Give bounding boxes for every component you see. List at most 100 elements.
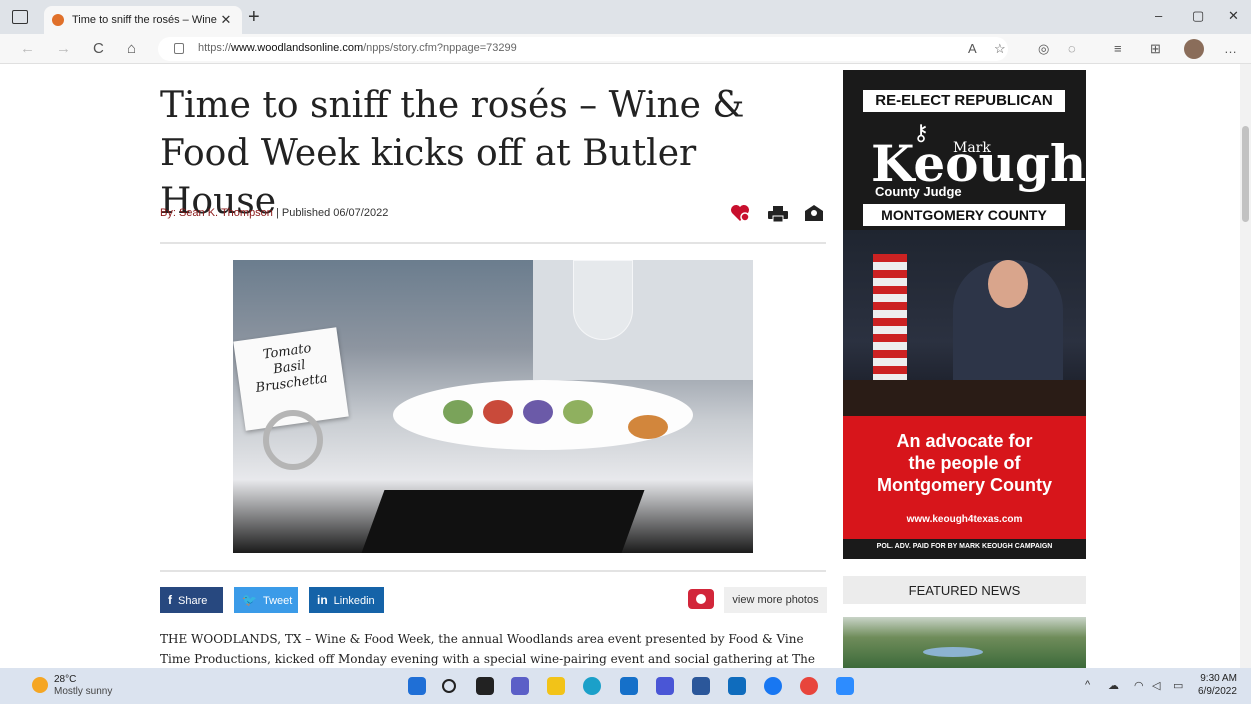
zoom-icon[interactable]: [836, 677, 854, 695]
weather-sun-icon[interactable]: [32, 677, 48, 693]
file-explorer-icon[interactable]: [547, 677, 565, 695]
ad-first-name: Mark: [953, 140, 991, 156]
ad-headline: RE-ELECT REPUBLICAN: [863, 90, 1065, 112]
browser-tab[interactable]: Time to sniff the rosés – Wine & ✕: [44, 6, 242, 34]
weather-condition[interactable]: Mostly sunny: [54, 686, 112, 697]
chrome-icon[interactable]: [800, 677, 818, 695]
show-hidden-icons[interactable]: ^: [1085, 679, 1090, 691]
article-photo[interactable]: Tomato Basil Bruschetta: [233, 260, 753, 553]
back-button[interactable]: ←: [20, 40, 35, 57]
page-scrollbar[interactable]: [1240, 64, 1251, 668]
browser-titlebar: Time to sniff the rosés – Wine & ✕ + – ▢…: [0, 0, 1251, 34]
chat-icon[interactable]: [511, 677, 529, 695]
divider: [160, 242, 826, 244]
ad-office: County Judge: [875, 184, 962, 199]
search-icon[interactable]: [442, 679, 456, 693]
article-headline: Time to sniff the rosés – Wine & Food We…: [160, 85, 745, 222]
publish-date: | Published 06/07/2022: [272, 207, 389, 219]
facebook-share-button[interactable]: f Share: [160, 587, 223, 613]
extensions-icon[interactable]: ◌: [1068, 41, 1076, 56]
photo-food: [563, 400, 593, 424]
profile-avatar[interactable]: [1184, 39, 1204, 59]
ad-slogan: An advocate for the people of Montgomery…: [877, 431, 1052, 495]
divider: [160, 570, 826, 572]
photo-food: [483, 400, 513, 424]
facebook-app-icon[interactable]: [764, 677, 782, 695]
featured-news-image[interactable]: [843, 617, 1086, 668]
home-button[interactable]: ⌂: [127, 40, 136, 57]
more-menu-icon[interactable]: …: [1224, 41, 1237, 56]
scrollbar-thumb[interactable]: [1242, 126, 1249, 222]
cloud-icon[interactable]: ☁: [1108, 679, 1119, 692]
ad-website: www.keough4texas.com: [906, 514, 1023, 525]
ad-slogan-panel: An advocate for the people of Montgomery…: [843, 416, 1086, 539]
start-icon[interactable]: [408, 677, 426, 695]
twitter-share-label: Tweet: [262, 595, 293, 607]
url-prefix: https://: [198, 42, 232, 54]
photo-wine-glass: [573, 260, 633, 340]
site-info-icon[interactable]: [174, 43, 184, 54]
maximize-button[interactable]: ▢: [1192, 8, 1204, 24]
collections-icon[interactable]: ⊞: [1150, 41, 1161, 57]
web-page: Time to sniff the rosés – Wine & Food We…: [0, 64, 1251, 668]
edge-icon[interactable]: [583, 677, 601, 695]
weather-temperature[interactable]: 28°C: [54, 674, 76, 685]
outlook-icon[interactable]: [728, 677, 746, 695]
word-icon[interactable]: [692, 677, 710, 695]
clock-time: 9:30 AM: [1200, 673, 1237, 684]
taskbar-clock[interactable]: 9:30 AM 6/9/2022: [1198, 672, 1237, 698]
photo-food: [628, 415, 668, 439]
facebook-share-label: Share: [178, 595, 208, 607]
featured-image-lake: [923, 647, 983, 657]
url-domain: www.woodlandsonline.com: [231, 42, 364, 54]
minimize-button[interactable]: –: [1155, 8, 1162, 23]
print-icon[interactable]: [768, 206, 788, 222]
featured-news-header: FEATURED NEWS: [843, 576, 1086, 604]
linkedin-share-label: Linkedin: [333, 595, 375, 607]
read-aloud-icon[interactable]: A: [968, 41, 977, 56]
article-body: THE WOODLANDS, TX – Wine & Food Week, th…: [160, 632, 816, 666]
favorite-heart-icon[interactable]: [730, 204, 750, 222]
favorites-icon[interactable]: ≡: [1114, 41, 1122, 56]
camera-icon[interactable]: [688, 589, 714, 609]
extension-icon[interactable]: ◎: [1038, 41, 1049, 57]
close-window-button[interactable]: ✕: [1228, 8, 1239, 24]
forward-button[interactable]: →: [56, 40, 71, 57]
task-view-icon[interactable]: [476, 677, 494, 695]
facebook-icon: f: [168, 593, 172, 607]
campaign-ad[interactable]: RE-ELECT REPUBLICAN ⚷ Keough Mark County…: [843, 70, 1086, 559]
ad-county: MONTGOMERY COUNTY: [863, 204, 1065, 226]
tab-actions-icon[interactable]: [12, 10, 28, 24]
volume-icon[interactable]: ◁: [1152, 679, 1160, 692]
photo-card-holder: [263, 410, 323, 470]
store-icon[interactable]: [620, 677, 638, 695]
add-favorite-icon[interactable]: ☆: [994, 41, 1006, 57]
site-favicon-icon: [52, 14, 64, 26]
photo-napkin: [361, 490, 645, 553]
photo-backdrop: [533, 260, 753, 380]
windows-taskbar: 28°C Mostly sunny ^ ☁ ◠ ◁ ▭ 9:30 AM 6/9/…: [0, 668, 1251, 704]
clock-date: 6/9/2022: [1198, 686, 1237, 697]
tab-title: Time to sniff the rosés – Wine &: [72, 14, 218, 26]
author-link[interactable]: Sean K. Thompson: [179, 207, 273, 219]
battery-icon[interactable]: ▭: [1173, 679, 1183, 692]
linkedin-icon: in: [317, 593, 328, 607]
tab-close-icon[interactable]: ✕: [218, 12, 234, 28]
twitter-icon: 🐦: [242, 593, 257, 607]
photo-food: [523, 400, 553, 424]
email-icon[interactable]: [804, 204, 824, 222]
photo-food: [443, 400, 473, 424]
ad-candidate-photo: [843, 230, 1086, 416]
candidate-face: [988, 260, 1028, 308]
twitter-share-button[interactable]: 🐦 Tweet: [234, 587, 298, 613]
reload-button[interactable]: C: [93, 40, 104, 57]
new-tab-button[interactable]: +: [248, 6, 260, 29]
article-byline: By: Sean K. Thompson | Published 06/07/2…: [160, 207, 388, 219]
flag-image: [873, 254, 907, 394]
app-icon[interactable]: [656, 677, 674, 695]
wifi-icon[interactable]: ◠: [1134, 679, 1144, 692]
byline-prefix: By:: [160, 207, 179, 219]
address-bar[interactable]: https://www.woodlandsonline.com/npps/sto…: [158, 37, 1008, 61]
linkedin-share-button[interactable]: in Linkedin: [309, 587, 384, 613]
view-more-photos-button[interactable]: view more photos: [724, 587, 827, 613]
